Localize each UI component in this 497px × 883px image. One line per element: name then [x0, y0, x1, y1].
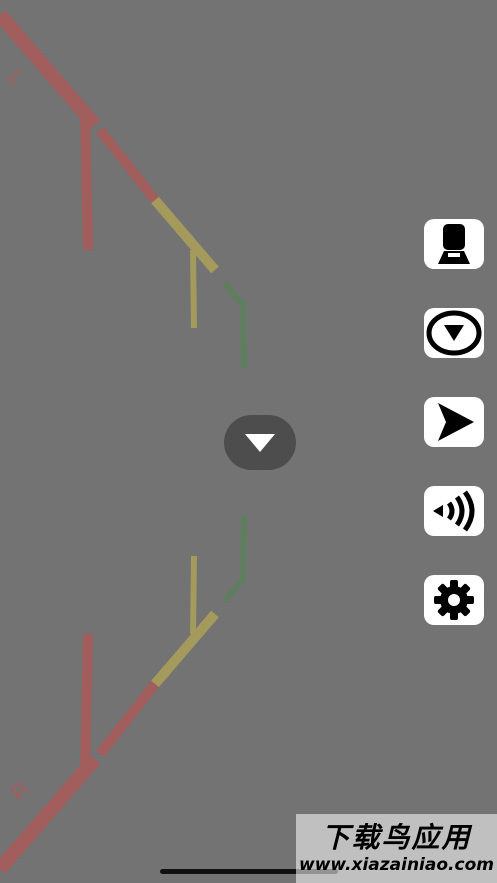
guide-line-red-bottom-left	[0, 754, 101, 874]
watermark-url: www.xiazainiao.com	[299, 854, 494, 875]
send-icon	[438, 403, 474, 441]
guide-line-red-bottom-right	[96, 680, 159, 758]
guide-line-yellow-bottom	[151, 610, 219, 688]
send-button[interactable]	[424, 397, 484, 447]
center-toggle-button[interactable]	[224, 415, 296, 470]
guide-line-red-bottom-vertical	[80, 633, 93, 770]
guide-line-green-bottom	[222, 574, 248, 603]
settings-button[interactable]	[424, 575, 484, 625]
guide-line-yellow-bottom-vertical	[190, 555, 197, 635]
guide-line-green-top-vertical	[240, 299, 247, 369]
watermark: 下载鸟应用 www.xiazainiao.com	[296, 814, 497, 883]
watermark-title: 下载鸟应用	[321, 820, 472, 854]
guide-line-yellow-top	[151, 196, 219, 274]
gear-icon	[434, 580, 474, 620]
guide-line-red-top-vertical	[80, 114, 93, 251]
circle-down-arrow-icon	[426, 310, 482, 356]
triangle-down-icon	[245, 433, 275, 452]
broadcast-icon	[433, 490, 475, 532]
bucket-icon	[438, 224, 470, 264]
down-arrow-button[interactable]	[424, 308, 484, 358]
guide-line-yellow-top-vertical	[190, 249, 197, 329]
bucket-button[interactable]	[424, 219, 484, 269]
guide-line-red-top-right	[96, 126, 159, 204]
guide-line-green-bottom-vertical	[240, 515, 247, 585]
broadcast-button[interactable]	[424, 486, 484, 536]
